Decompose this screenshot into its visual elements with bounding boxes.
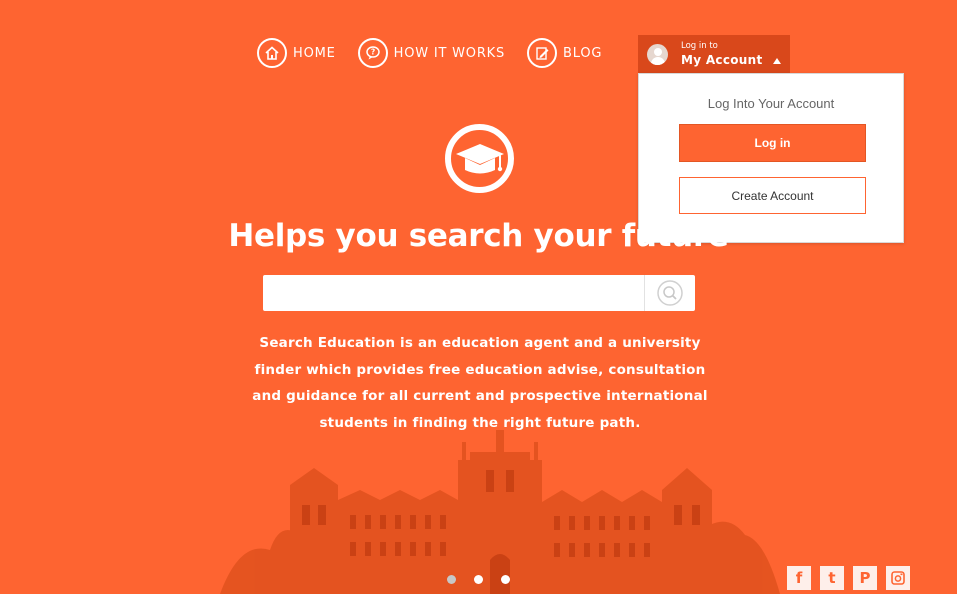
account-big-label: My Account [681, 52, 763, 67]
nav-blog[interactable]: BLOG [527, 38, 602, 68]
facebook-icon[interactable]: f [787, 566, 811, 590]
nav-home-label: HOME [293, 45, 336, 61]
search-icon [657, 280, 683, 306]
hero-description: Search Education is an education agent a… [252, 335, 708, 431]
search-button[interactable] [644, 275, 695, 311]
my-account-button[interactable]: Log in to My Account [638, 35, 790, 73]
twitter-icon[interactable]: t [820, 566, 844, 590]
svg-text:?: ? [370, 48, 374, 57]
graduation-cap-logo-icon [445, 124, 514, 193]
instagram-icon[interactable] [886, 566, 910, 590]
nav-how-it-works-label: HOW IT WORKS [393, 45, 506, 61]
nav-home[interactable]: HOME [257, 38, 336, 68]
question-icon: ? [357, 38, 388, 68]
university-building-illustration [220, 430, 780, 594]
dropdown-title: Log Into Your Account [707, 96, 835, 111]
edit-icon [527, 38, 558, 68]
home-icon [257, 38, 287, 68]
pinterest-icon[interactable]: P [853, 566, 877, 590]
nav-blog-label: BLOG [563, 45, 603, 61]
social-links: f t P [787, 566, 919, 590]
carousel-dot-2[interactable] [474, 575, 483, 584]
search-input[interactable] [263, 275, 644, 311]
search-bar [263, 275, 695, 311]
create-account-button[interactable]: Create Account [679, 177, 866, 214]
caret-up-icon [772, 58, 781, 64]
account-text: Log in to My Account [681, 42, 763, 66]
carousel-dots [447, 575, 528, 584]
hero-headline: Helps you search your future [228, 218, 729, 254]
login-button[interactable]: Log in [679, 124, 866, 162]
account-small-label: Log in to [681, 41, 718, 52]
user-avatar-icon [647, 43, 668, 65]
nav-how-it-works[interactable]: ? HOW IT WORKS [357, 38, 506, 68]
carousel-dot-3[interactable] [501, 575, 510, 584]
main-nav: HOME ? HOW IT WORKS BLOG [257, 38, 624, 68]
carousel-dot-1[interactable] [447, 575, 456, 584]
